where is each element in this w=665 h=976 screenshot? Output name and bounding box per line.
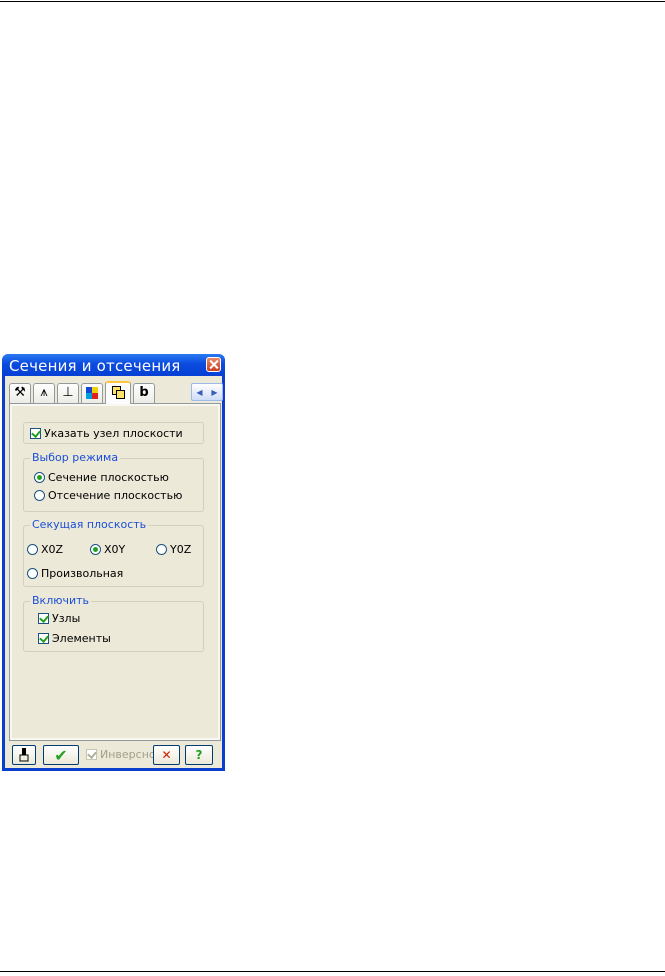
plane-y0z-label: Y0Z	[170, 543, 192, 556]
tab-compass[interactable]: ⩚	[33, 383, 55, 403]
tab-panel-body: Указать узел плоскости Выбор режима Сече…	[12, 406, 218, 738]
tab-hammer[interactable]: ⚒	[9, 383, 31, 403]
include-nodes-checkbox[interactable]: Узлы	[38, 612, 80, 625]
tab-scroll-buttons[interactable]: ◀ ▶	[191, 383, 223, 401]
tab-panel: Указать узел плоскости Выбор режима Сече…	[9, 403, 221, 741]
dialog-client: ⚒ ⩚ ⊥ b ◀ ▶ Указать узел плоскости Выбор…	[5, 376, 223, 768]
checkmark-icon: ✔	[54, 745, 68, 765]
radio-circle[interactable]	[27, 544, 38, 555]
close-button[interactable]	[206, 357, 221, 372]
cancel-button[interactable]: ✕	[153, 745, 180, 765]
plane-x0z-label: X0Z	[41, 543, 64, 556]
sections-dialog: Сечения и отсечения ⚒ ⩚ ⊥ b ◀ ▶ Указать …	[2, 354, 225, 771]
mode-group-legend: Выбор режима	[30, 451, 121, 465]
close-x-icon: ✕	[161, 748, 172, 762]
page-top-rule	[0, 1, 665, 2]
chevron-left-icon[interactable]: ◀	[196, 388, 202, 397]
specify-node-label: Указать узел плоскости	[44, 427, 183, 440]
tab-sections[interactable]	[105, 381, 131, 404]
include-group-legend: Включить	[30, 594, 92, 608]
plane-x0y-label: X0Y	[104, 543, 126, 556]
mode-radio-cutoff[interactable]: Отсечение плоскостью	[34, 489, 182, 502]
apply-button[interactable]: ✔	[43, 745, 79, 765]
radio-circle[interactable]	[27, 568, 38, 579]
checkbox-box[interactable]	[38, 613, 49, 624]
mode-group: Выбор режима Сечение плоскостью Отсечени…	[23, 451, 204, 512]
radio-circle[interactable]	[90, 544, 101, 555]
page-bottom-rule	[0, 971, 665, 972]
tab-color-scale[interactable]	[81, 383, 103, 403]
plane-radio-arbitrary[interactable]: Произвольная	[27, 567, 123, 580]
compass-icon: ⩚	[40, 385, 48, 400]
radio-circle[interactable]	[156, 544, 167, 555]
plane-radio-x0z[interactable]: X0Z	[27, 543, 63, 556]
plane-group-legend: Секущая плоскость	[30, 518, 149, 532]
mode-section-label: Сечение плоскостью	[48, 471, 169, 484]
mode-radio-section[interactable]: Сечение плоскостью	[34, 471, 169, 484]
checkbox-box[interactable]	[30, 428, 41, 439]
color-scale-icon	[86, 387, 98, 399]
checkbox-box[interactable]	[38, 633, 49, 644]
title-bar[interactable]: Сечения и отсечения	[2, 354, 225, 376]
include-elements-checkbox[interactable]: Элементы	[38, 632, 111, 645]
specify-node-checkbox[interactable]: Указать узел плоскости	[30, 427, 183, 440]
dialog-title: Сечения и отсечения	[9, 357, 181, 375]
chevron-right-icon[interactable]: ▶	[211, 388, 217, 397]
inverse-checkbox: Инверсно	[86, 748, 156, 761]
hammer-icon: ⚒	[14, 385, 26, 400]
paint-brush-icon	[19, 748, 29, 762]
plane-radio-y0z[interactable]: Y0Z	[156, 543, 191, 556]
radio-circle[interactable]	[34, 472, 45, 483]
tab-support[interactable]: ⊥	[57, 383, 79, 403]
radio-circle[interactable]	[34, 490, 45, 501]
include-elements-label: Элементы	[52, 632, 111, 645]
support-node-icon: ⊥	[62, 385, 74, 400]
include-group: Включить Узлы Элементы	[23, 594, 204, 652]
section-planes-icon	[111, 386, 125, 399]
help-icon: ?	[195, 748, 203, 762]
paint-brush-button[interactable]	[12, 745, 36, 765]
include-nodes-label: Узлы	[52, 612, 81, 625]
tab-strip: ⚒ ⩚ ⊥ b ◀ ▶	[9, 381, 223, 404]
mode-cutoff-label: Отсечение плоскостью	[48, 489, 183, 502]
inverse-label: Инверсно	[100, 748, 156, 761]
checkbox-box	[86, 749, 97, 760]
document-b-icon: b	[139, 385, 149, 400]
plane-group: Секущая плоскость X0Z X0Y Y0Z Произвольн…	[23, 518, 204, 587]
specify-node-frame: Указать узел плоскости	[23, 422, 204, 444]
plane-radio-x0y[interactable]: X0Y	[90, 543, 125, 556]
plane-arbitrary-label: Произвольная	[41, 567, 124, 580]
tab-document[interactable]: b	[133, 383, 155, 403]
help-button[interactable]: ?	[185, 745, 213, 765]
